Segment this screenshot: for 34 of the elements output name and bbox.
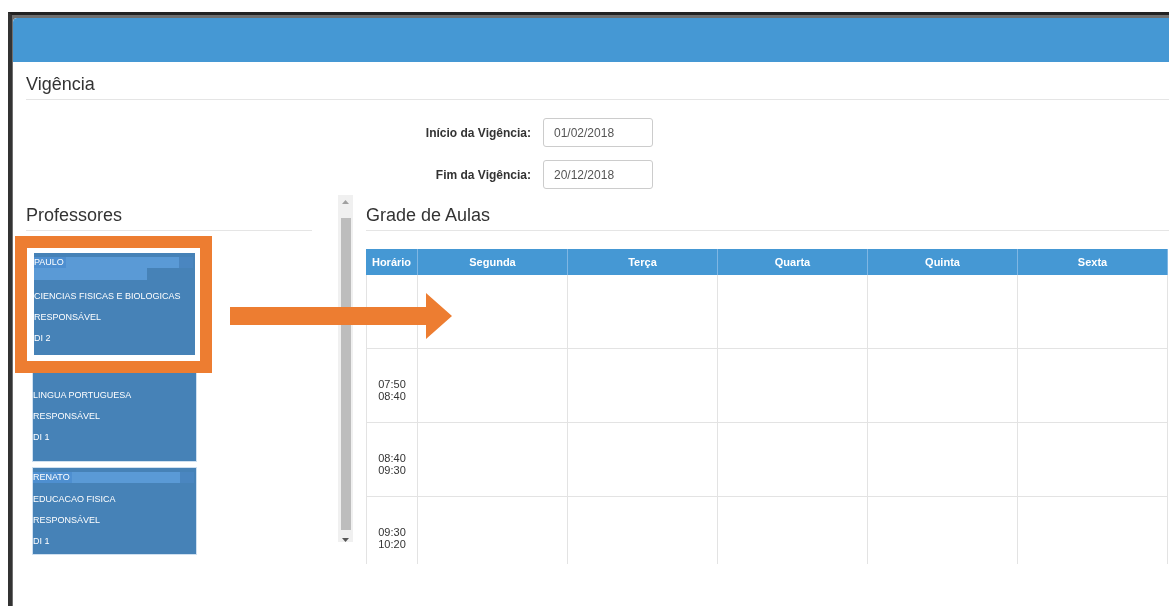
column-header: Quarta bbox=[718, 249, 868, 275]
teacher-card[interactable]: PAULO CIENCIAS FISICAS E BIOLOGICAS RESPONSÁVEL DI 2 bbox=[32, 251, 197, 357]
column-header: Terça bbox=[568, 249, 718, 275]
card-text: RESPONSÁVEL bbox=[33, 411, 102, 421]
scrollbar[interactable] bbox=[338, 195, 353, 542]
date-field[interactable]: 01/02/2018 bbox=[543, 118, 653, 147]
card-text: DI 1 bbox=[33, 432, 51, 442]
card-text: LINGUA PORTUGUESA bbox=[33, 390, 133, 400]
column-header: Quinta bbox=[868, 249, 1018, 275]
column-header: Horário bbox=[366, 249, 418, 275]
up-arrow-icon[interactable] bbox=[342, 200, 350, 204]
card-text: DI 1 bbox=[33, 536, 51, 546]
card-text: RESPONSÁVEL bbox=[33, 515, 102, 525]
teacher-card[interactable]: RENATO EDUCACAO FISICA RESPONSÁVEL DI 1 bbox=[32, 467, 197, 555]
card-text: EDUCACAO FISICA bbox=[33, 494, 117, 504]
card-text: DI 2 bbox=[34, 333, 52, 343]
down-arrow-icon[interactable] bbox=[342, 538, 350, 542]
section-title: Professores bbox=[26, 205, 313, 231]
time-slot: 07:50 08:40 bbox=[378, 378, 406, 402]
card-text: CIENCIAS FISICAS E BIOLOGICAS bbox=[34, 291, 182, 301]
column-header: Segunda bbox=[418, 249, 568, 275]
teacher-name: PAULO bbox=[34, 257, 66, 268]
time-slot: 09:30 10:20 bbox=[378, 526, 406, 550]
column-header: Sexta bbox=[1018, 249, 1168, 275]
teacher-name: RENATO bbox=[33, 472, 72, 483]
field-label: Início da Vigência: bbox=[425, 125, 531, 140]
section-title: Vigência bbox=[26, 74, 1169, 100]
date-field[interactable]: 20/12/2018 bbox=[543, 160, 653, 189]
card-text: RESPONSÁVEL bbox=[34, 312, 103, 322]
section-title: Grade de Aulas bbox=[366, 205, 1169, 231]
square-icon bbox=[179, 257, 193, 268]
time-slot: 08:40 09:30 bbox=[378, 452, 406, 476]
field-label: Fim da Vigência: bbox=[435, 167, 531, 182]
square-icon bbox=[180, 472, 194, 483]
